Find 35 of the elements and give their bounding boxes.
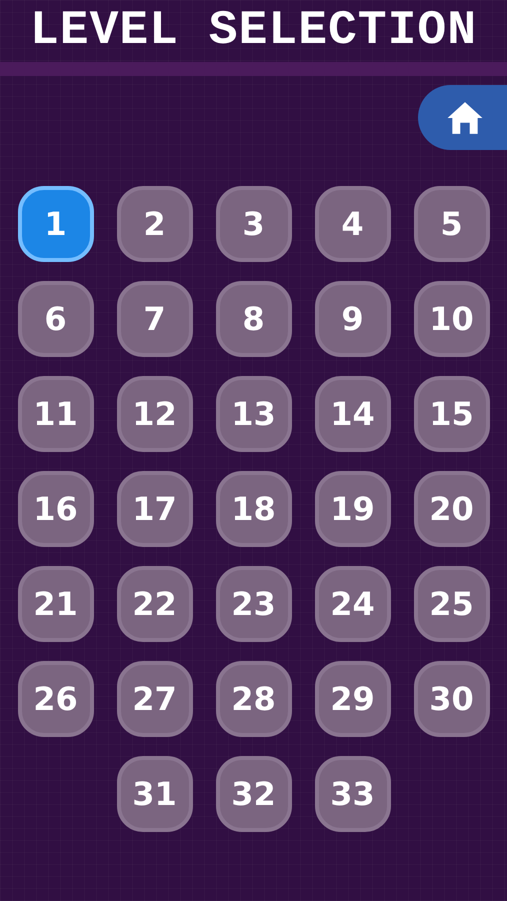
level-button[interactable]: 14: [314, 376, 390, 452]
level-button[interactable]: 9: [314, 281, 390, 357]
level-button[interactable]: 17: [116, 471, 192, 547]
level-button[interactable]: 2: [116, 186, 192, 262]
level-button[interactable]: 7: [116, 281, 192, 357]
level-button[interactable]: 8: [216, 281, 292, 357]
level-button[interactable]: 1: [18, 186, 94, 262]
level-button[interactable]: 4: [314, 186, 390, 262]
level-button[interactable]: 33: [314, 756, 390, 832]
level-button[interactable]: 18: [216, 471, 292, 547]
level-button[interactable]: 11: [18, 376, 94, 452]
level-button[interactable]: 31: [116, 756, 192, 832]
level-button[interactable]: 16: [18, 471, 94, 547]
level-button[interactable]: 15: [414, 376, 490, 452]
level-button[interactable]: 6: [18, 281, 94, 357]
level-button[interactable]: 12: [116, 376, 192, 452]
level-button[interactable]: 30: [414, 661, 490, 737]
home-button[interactable]: [418, 85, 507, 150]
level-button[interactable]: 19: [314, 471, 390, 547]
level-button[interactable]: 27: [116, 661, 192, 737]
level-button[interactable]: 26: [18, 661, 94, 737]
level-button[interactable]: 22: [116, 566, 192, 642]
level-button[interactable]: 29: [314, 661, 390, 737]
level-button[interactable]: 5: [414, 186, 490, 262]
level-button[interactable]: 23: [216, 566, 292, 642]
level-button[interactable]: 3: [216, 186, 292, 262]
level-button[interactable]: 24: [314, 566, 390, 642]
level-button[interactable]: 13: [216, 376, 292, 452]
screen-title: LEVEL SELECTION: [30, 4, 478, 58]
level-button[interactable]: 10: [414, 281, 490, 357]
level-button[interactable]: 20: [414, 471, 490, 547]
level-button[interactable]: 21: [18, 566, 94, 642]
level-button[interactable]: 28: [216, 661, 292, 737]
level-button[interactable]: 32: [216, 756, 292, 832]
level-button[interactable]: 25: [414, 566, 490, 642]
